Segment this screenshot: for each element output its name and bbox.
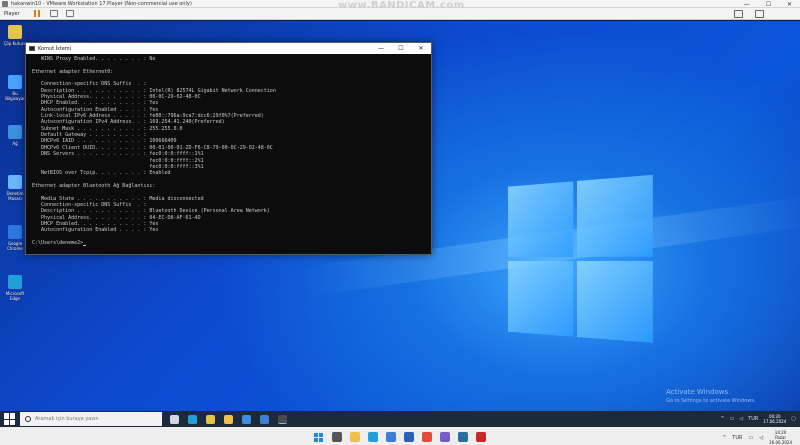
bandicam-watermark: www.BANDICAM.com — [338, 0, 465, 11]
host-volume-icon[interactable]: ◁ — [759, 435, 763, 441]
activate-windows-notice: Activate Windows Go to Settings to activ… — [666, 388, 756, 406]
unity-icon[interactable] — [65, 10, 74, 17]
host-network-icon[interactable]: ▭ — [749, 435, 754, 441]
host-taskbar: ^ TUR ▭ ◁ 14:20 Pazar 16.06.2024 — [0, 427, 800, 445]
clock-date: 17.06.2024 — [763, 419, 787, 424]
taskbar-apps — [170, 414, 287, 424]
guest-taskbar: ^ ▭ ◁ TUR 00:20 17.06.2024 ▢ — [0, 411, 800, 427]
cmd-close-button[interactable]: ✕ — [411, 43, 431, 54]
vmware-icon[interactable] — [458, 432, 468, 442]
network-adapter-icon[interactable] — [734, 10, 743, 18]
sound-card-icon[interactable] — [755, 10, 764, 18]
command-prompt-window[interactable]: Komut İstemi — ☐ ✕ WINS Proxy Enabled. .… — [25, 42, 432, 255]
bandicam-icon[interactable] — [476, 432, 486, 442]
desktop-icon-label: Microsoft Edge — [5, 291, 25, 301]
explorer-icon[interactable] — [224, 414, 233, 424]
mail-icon[interactable] — [386, 432, 396, 442]
cmd-window-title: Komut İstemi — [38, 45, 72, 52]
host-clock-date: 16.06.2024 — [769, 440, 792, 445]
desktop-shortcut-icon — [8, 275, 22, 289]
system-tray: ^ ▭ ◁ TUR 00:20 17.06.2024 ▢ — [720, 411, 796, 427]
desktop-shortcut-icon — [8, 25, 22, 39]
search-icon[interactable] — [332, 432, 342, 442]
host-language-indicator[interactable]: TUR — [732, 435, 742, 441]
network-icon[interactable]: ▭ — [730, 416, 735, 422]
word-icon[interactable] — [404, 432, 414, 442]
explorer-icon[interactable] — [350, 432, 360, 442]
chrome-icon[interactable] — [206, 414, 215, 424]
chevron-up-icon[interactable]: ^ — [720, 416, 724, 422]
chrome-icon[interactable] — [422, 432, 432, 442]
edge-icon[interactable] — [188, 414, 197, 424]
player-menu[interactable]: Player — [4, 11, 20, 17]
maximize-button[interactable]: ☐ — [766, 1, 771, 8]
search-input[interactable] — [35, 416, 155, 422]
edge-icon[interactable] — [368, 432, 378, 442]
host-clock[interactable]: 14:20 Pazar 16.06.2024 — [769, 430, 792, 445]
desktop-icon-label: Çöp Kutusu — [3, 41, 27, 46]
notification-icon[interactable]: ▢ — [791, 416, 796, 422]
cmd-window-controls: — ☐ ✕ — [371, 43, 431, 54]
desktop-shortcut-icon — [8, 125, 22, 139]
desktop-icon[interactable]: Microsoft Edge — [2, 271, 28, 313]
send-ctrl-alt-del-icon[interactable] — [49, 10, 58, 17]
windows-logo-wallpaper — [507, 174, 657, 348]
cmd-console-output[interactable]: WINS Proxy Enabled. . . . . . . . : No Et… — [26, 54, 431, 254]
photos-icon[interactable] — [440, 432, 450, 442]
close-button[interactable]: ✕ — [787, 1, 792, 8]
volume-icon[interactable]: ◁ — [739, 416, 743, 422]
host-start-button[interactable] — [314, 433, 323, 442]
taskbar-search[interactable] — [20, 412, 162, 426]
start-button[interactable] — [4, 413, 16, 425]
vmware-icon — [2, 0, 8, 7]
task-view-icon[interactable] — [170, 414, 179, 424]
console-line: C:\Users\deneme2> — [32, 240, 431, 247]
store-icon[interactable] — [242, 414, 251, 424]
host-system-tray: ^ TUR ▭ ◁ 14:20 Pazar 16.06.2024 — [722, 430, 792, 445]
cmd-minimize-button[interactable]: — — [371, 43, 391, 54]
cmd-maximize-button[interactable]: ☐ — [391, 43, 411, 54]
activate-subtitle: Go to Settings to activate Windows. — [666, 398, 756, 404]
language-indicator[interactable]: TUR — [748, 416, 758, 422]
host-window-controls: — ☐ ✕ — [744, 0, 792, 8]
desktop-shortcut-icon — [8, 175, 22, 189]
cmd-icon — [29, 46, 35, 51]
device-icons — [734, 10, 764, 18]
minimize-button[interactable]: — — [744, 1, 750, 8]
host-taskbar-apps — [332, 432, 486, 442]
host-chevron-up-icon[interactable]: ^ — [722, 435, 726, 441]
pause-icon[interactable] — [33, 10, 42, 17]
text-cursor — [83, 245, 87, 247]
host-window-title: hakanwin10 - VMware Workstation 17 Playe… — [11, 0, 192, 7]
search-icon — [25, 416, 31, 422]
desktop-shortcut-icon — [8, 75, 22, 89]
cmd-titlebar[interactable]: Komut İstemi — ☐ ✕ — [26, 43, 431, 54]
activate-title: Activate Windows — [666, 388, 729, 396]
mail-icon[interactable] — [260, 414, 269, 424]
desktop-shortcut-icon — [8, 225, 22, 239]
cmd-icon[interactable] — [278, 414, 287, 424]
clock[interactable]: 00:20 17.06.2024 — [763, 414, 786, 424]
desktop-icon-label: Ağ — [12, 141, 18, 146]
